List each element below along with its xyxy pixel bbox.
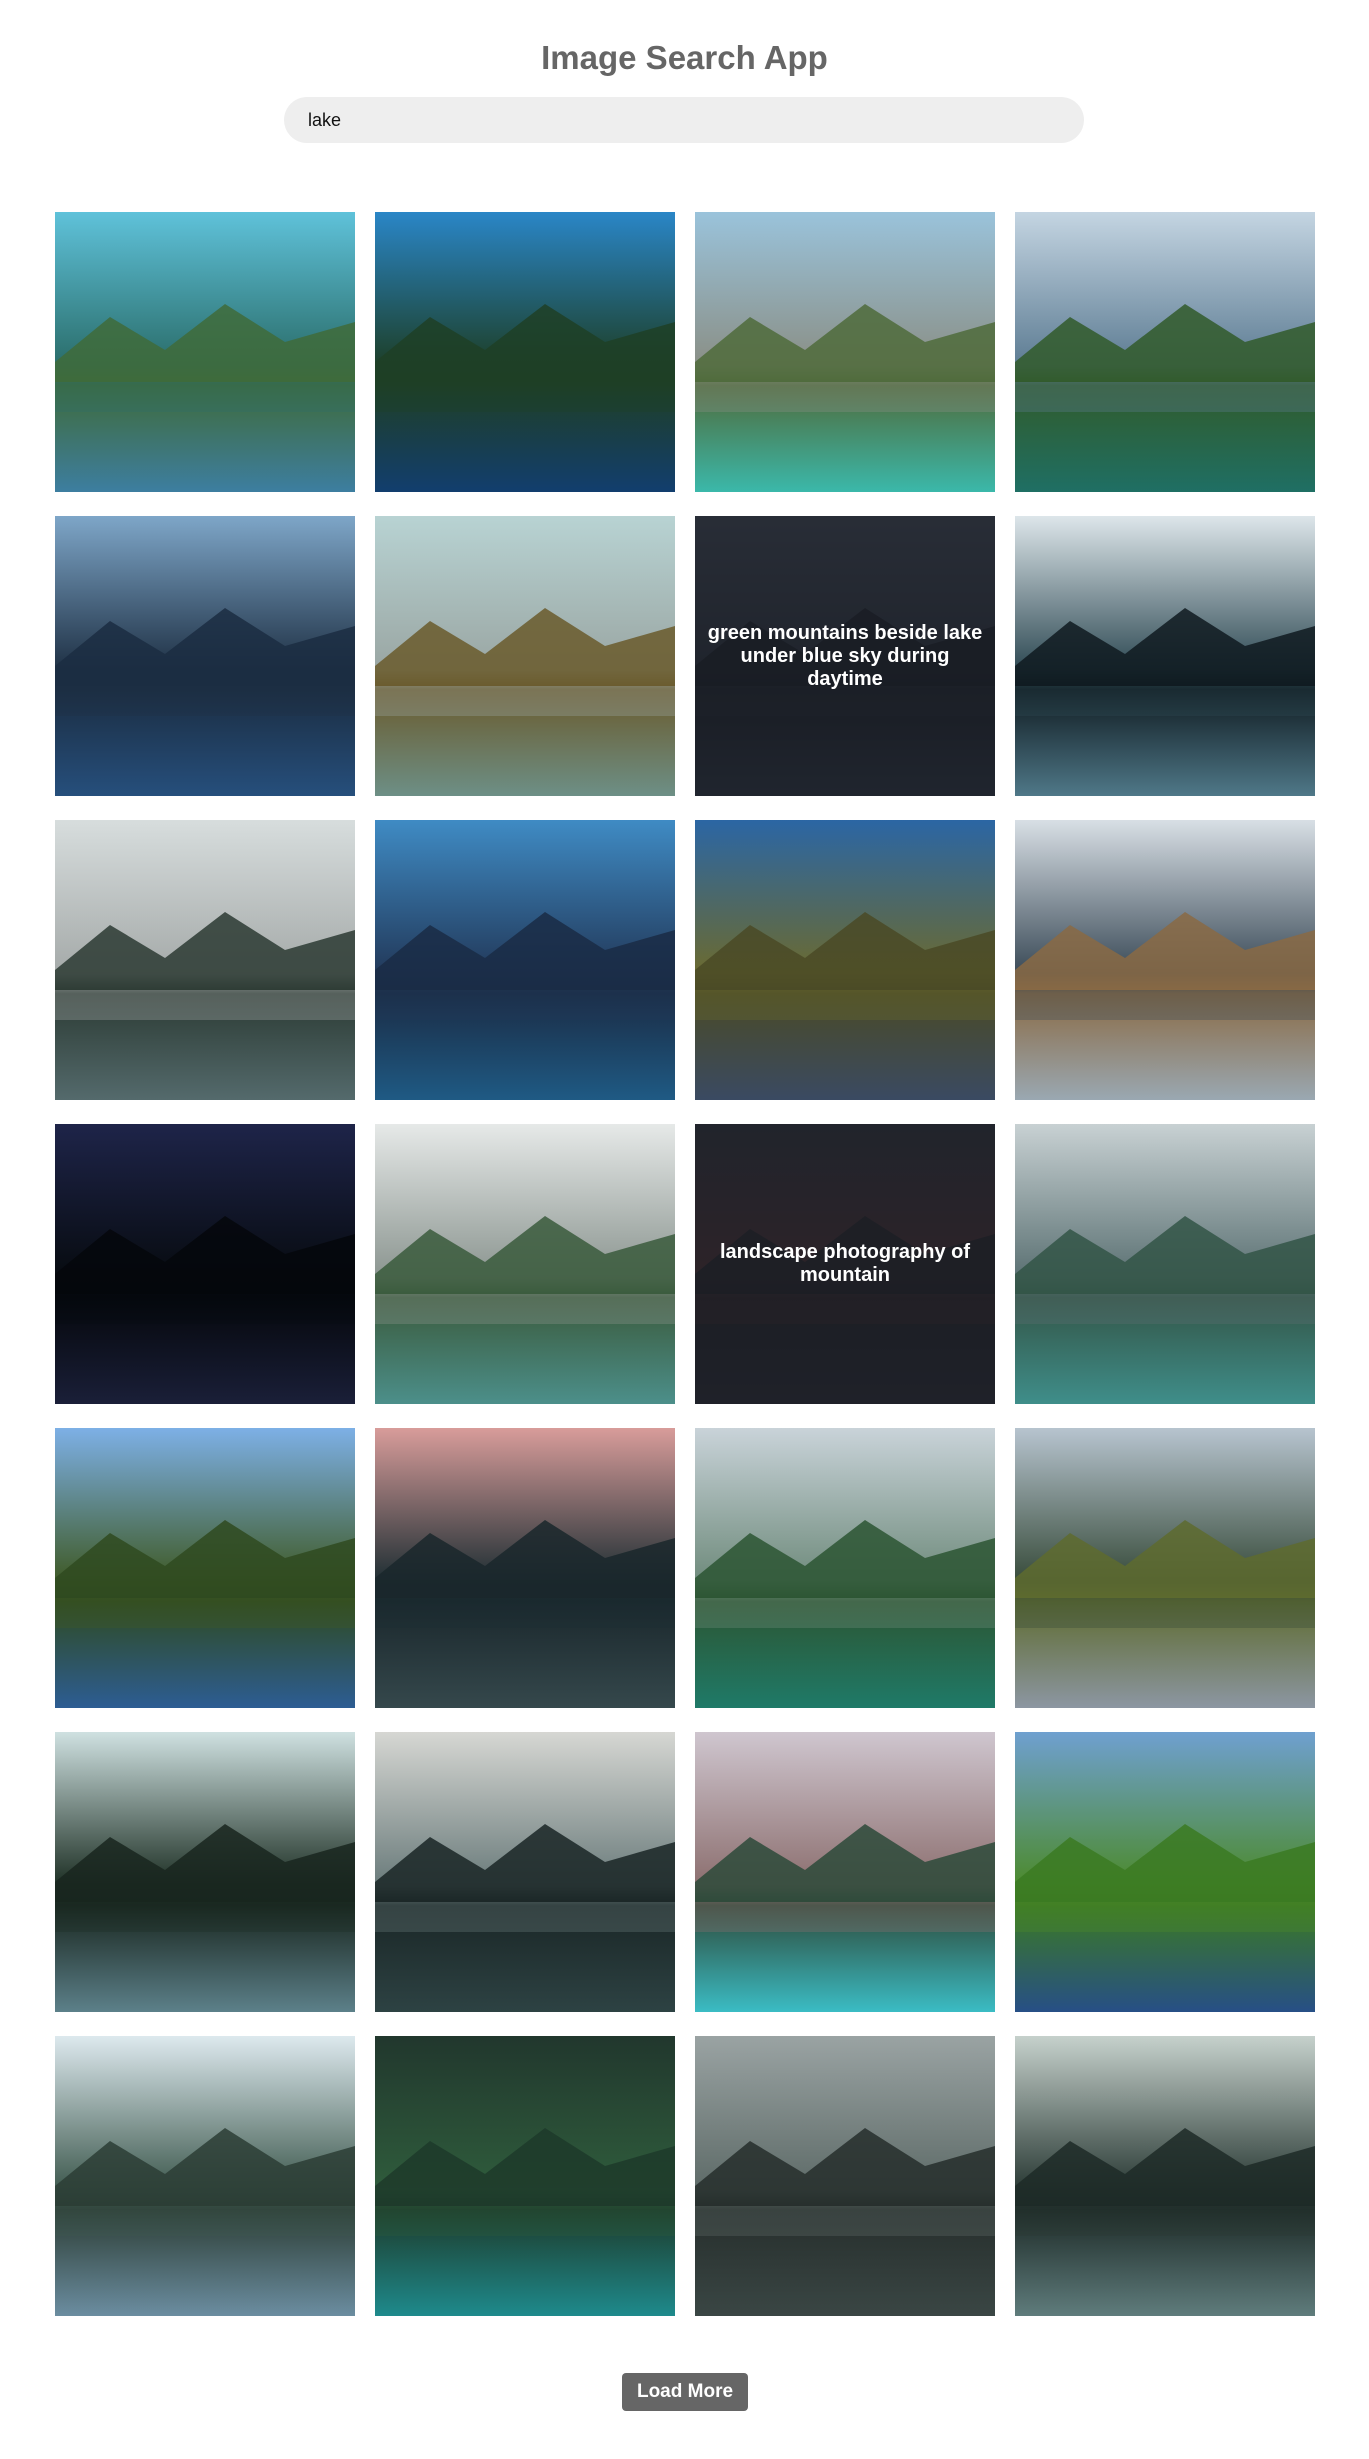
photo-misty-island-lake bbox=[1015, 2036, 1315, 2316]
image-card[interactable] bbox=[55, 516, 355, 796]
image-card[interactable] bbox=[1015, 1732, 1315, 2012]
photo-misty-lake-hills bbox=[1015, 516, 1315, 796]
load-more-button[interactable]: Load More bbox=[622, 2373, 748, 2411]
photo-green-hills-lake bbox=[1015, 1732, 1315, 2012]
image-card[interactable] bbox=[1015, 516, 1315, 796]
image-card[interactable] bbox=[375, 1428, 675, 1708]
image-card[interactable] bbox=[55, 820, 355, 1100]
image-caption: green mountains beside lake under blue s… bbox=[695, 516, 995, 796]
image-card[interactable] bbox=[695, 2036, 995, 2316]
image-card[interactable] bbox=[1015, 820, 1315, 1100]
image-card[interactable] bbox=[375, 2036, 675, 2316]
image-card[interactable] bbox=[55, 212, 355, 492]
image-card[interactable] bbox=[375, 212, 675, 492]
image-search-app: Image Search App green mountains beside … bbox=[0, 0, 1369, 2459]
image-card[interactable] bbox=[695, 1732, 995, 2012]
photo-pine-forest-lake bbox=[375, 516, 675, 796]
image-card[interactable]: green mountains beside lake under blue s… bbox=[695, 516, 995, 796]
photo-sunset-lake-island bbox=[695, 820, 995, 1100]
image-card[interactable] bbox=[375, 820, 675, 1100]
photo-foggy-still-lake bbox=[375, 1732, 675, 2012]
image-card[interactable] bbox=[55, 1124, 355, 1404]
image-card[interactable] bbox=[1015, 1124, 1315, 1404]
photo-deep-blue-lake bbox=[375, 820, 675, 1100]
photo-canoe-turquoise-lake bbox=[695, 1732, 995, 2012]
image-card[interactable] bbox=[375, 516, 675, 796]
photo-misty-mountain-lake bbox=[695, 2036, 995, 2316]
photo-boat-mountain-lake bbox=[375, 1124, 675, 1404]
image-card[interactable] bbox=[55, 2036, 355, 2316]
photo-starry-night-lake bbox=[55, 1124, 355, 1404]
photo-snowy-mountain-lake bbox=[55, 820, 355, 1100]
photo-grassy-shore-lake bbox=[1015, 1428, 1315, 1708]
photo-pink-sunset-lake bbox=[375, 1428, 675, 1708]
image-card[interactable]: landscape photography of mountain bbox=[695, 1124, 995, 1404]
image-card[interactable] bbox=[375, 1732, 675, 2012]
photo-green-valley-lake bbox=[695, 1428, 995, 1708]
photo-turquoise-lake-boat bbox=[695, 212, 995, 492]
photo-calm-blue-lake bbox=[55, 516, 355, 796]
page-title: Image Search App bbox=[541, 39, 828, 76]
photo-lake-mountains-clouds bbox=[55, 212, 355, 492]
image-card[interactable] bbox=[1015, 1428, 1315, 1708]
photo-clear-alpine-lake bbox=[1015, 1124, 1315, 1404]
image-card[interactable] bbox=[55, 1732, 355, 2012]
image-card[interactable] bbox=[375, 1124, 675, 1404]
image-caption: landscape photography of mountain bbox=[695, 1124, 995, 1404]
image-card[interactable] bbox=[1015, 212, 1315, 492]
image-card[interactable] bbox=[1015, 2036, 1315, 2316]
image-card[interactable] bbox=[695, 212, 995, 492]
photo-reeds-by-lake bbox=[1015, 820, 1315, 1100]
photo-forest-lake-mountains bbox=[1015, 212, 1315, 492]
results-grid: green mountains beside lake under blue s… bbox=[55, 212, 1315, 2316]
photo-evergreen-forest-lake bbox=[375, 2036, 675, 2316]
image-card[interactable] bbox=[695, 820, 995, 1100]
image-card[interactable] bbox=[695, 1428, 995, 1708]
photo-long-pier-lake bbox=[55, 2036, 355, 2316]
photo-sunrise-tree-line-lake bbox=[55, 1732, 355, 2012]
image-card[interactable] bbox=[55, 1428, 355, 1708]
photo-wooden-dock-lake bbox=[375, 212, 675, 492]
search-input[interactable] bbox=[284, 97, 1084, 143]
photo-autumn-forest-lake bbox=[55, 1428, 355, 1708]
